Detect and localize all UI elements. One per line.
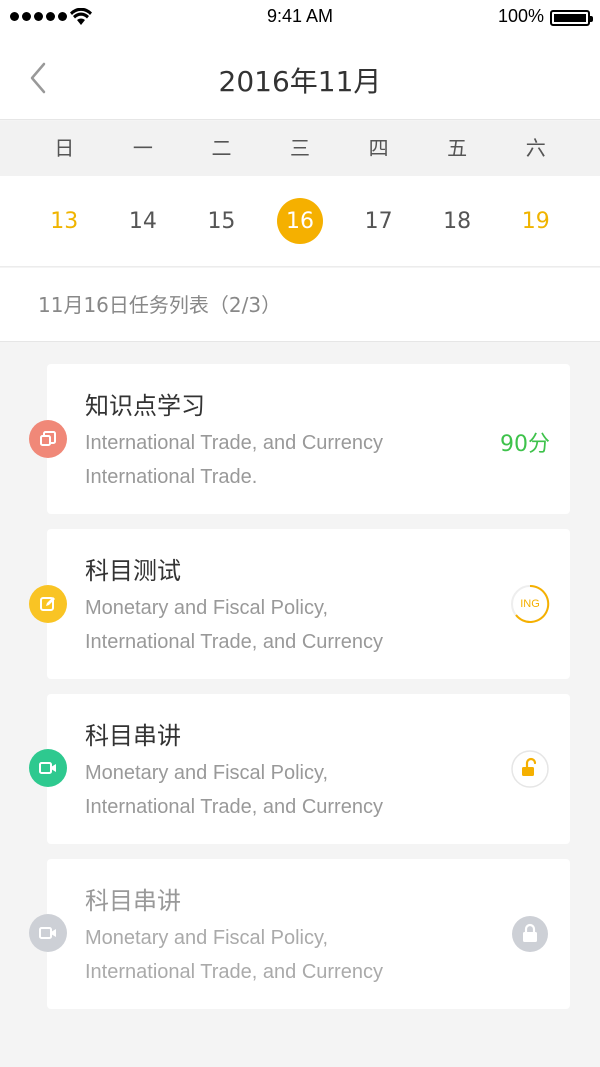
task-title: 科目测试: [85, 557, 181, 585]
task-title: 科目串讲: [85, 722, 181, 750]
task-title: 科目串讲: [85, 887, 181, 915]
in-progress-badge: ING: [510, 584, 550, 624]
date-cell-19[interactable]: 19: [496, 176, 575, 266]
weekday-label: 六: [525, 136, 546, 160]
task-description-line: International Trade, and Currency: [85, 796, 383, 818]
date-cell-13[interactable]: 13: [25, 176, 104, 266]
weekday-label: 五: [447, 136, 468, 160]
task-card-subject-lecture[interactable]: 科目串讲 Monetary and Fiscal Policy, Interna…: [29, 694, 570, 844]
task-score: 90分: [500, 432, 550, 457]
date-cell-16-selected[interactable]: 16: [261, 176, 340, 266]
weekday-label: 二: [211, 136, 232, 160]
date-number: 15: [207, 208, 236, 234]
page-title: 2016年11月: [218, 65, 382, 98]
video-icon: [29, 749, 67, 787]
task-description-line: Monetary and Fiscal Policy,: [85, 927, 329, 949]
lock-icon: [510, 914, 550, 954]
task-title: 知识点学习: [85, 392, 205, 420]
date-number: 19: [521, 208, 550, 234]
task-list-header: 11月16日任务列表（2/3）: [0, 268, 600, 342]
video-icon: [29, 914, 67, 952]
date-number: 13: [50, 208, 79, 234]
weekday-label: 四: [368, 136, 389, 160]
copy-icon: [29, 420, 67, 458]
task-card-subject-test[interactable]: 科目测试 Monetary and Fiscal Policy, Interna…: [29, 529, 570, 679]
weekday-header: 日 一 二 三 四 五 六: [0, 121, 600, 176]
date-number: 18: [443, 208, 472, 234]
nav-bar: 2016年11月: [0, 36, 600, 120]
battery-icon: [550, 10, 593, 26]
date-cell-15[interactable]: 15: [182, 176, 261, 266]
unlock-icon: [510, 749, 550, 789]
battery-percent: 100%: [497, 6, 544, 26]
task-card-knowledge-study[interactable]: 知识点学习 International Trade, and Currency …: [29, 364, 570, 514]
task-description: Monetary and Fiscal Policy, Internationa…: [85, 921, 465, 989]
edit-icon: [29, 585, 67, 623]
task-description: Monetary and Fiscal Policy, Internationa…: [85, 756, 465, 824]
task-description-line: International Trade, and Currency: [85, 432, 383, 454]
task-description-line: International Trade, and Currency: [85, 961, 383, 983]
weekday-label: 一: [132, 136, 153, 160]
weekday-label: 三: [290, 136, 311, 160]
task-description-line: Monetary and Fiscal Policy,: [85, 597, 329, 619]
date-number: 14: [128, 208, 157, 234]
task-description-line: International Trade.: [85, 466, 258, 488]
weekday-label: 日: [54, 136, 75, 160]
week-dates: 13 14 15 16 17 18 19: [0, 176, 600, 267]
task-description-line: Monetary and Fiscal Policy,: [85, 762, 329, 784]
task-card-subject-lecture-locked[interactable]: 科目串讲 Monetary and Fiscal Policy, Interna…: [29, 859, 570, 1009]
task-description: Monetary and Fiscal Policy, Internationa…: [85, 591, 465, 659]
date-number: 17: [364, 208, 393, 234]
in-progress-label: ING: [520, 598, 540, 610]
date-cell-17[interactable]: 17: [339, 176, 418, 266]
task-description-line: International Trade, and Currency: [85, 631, 383, 653]
status-bar: 9:41 AM 100%: [0, 0, 600, 36]
task-description: International Trade, and Currency Intern…: [85, 426, 465, 494]
date-number-selected: 16: [277, 198, 324, 244]
date-cell-14[interactable]: 14: [104, 176, 183, 266]
date-cell-18[interactable]: 18: [418, 176, 497, 266]
